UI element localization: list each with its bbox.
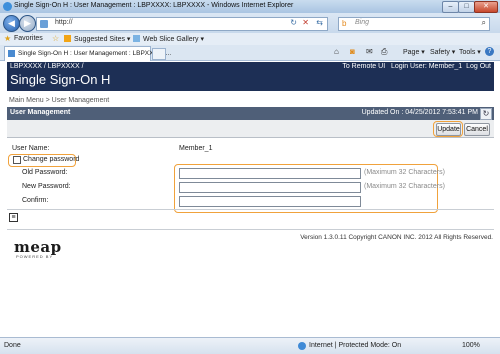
tools-menu[interactable]: Tools ▾	[459, 48, 481, 56]
address-bar: ◀ ▶ http:// ↻ ✕ ⇆ b Bing ⌕	[0, 13, 500, 33]
divider	[7, 209, 494, 210]
security-zone[interactable]: Internet | Protected Mode: On	[309, 342, 401, 349]
updated-on: Updated On : 04/25/2012 7:53:41 PM	[361, 109, 478, 116]
suggested-sites-link[interactable]: Suggested Sites ▾	[74, 35, 130, 43]
app-header: LBPXXXX / LBPXXXX / To Remote UI Login U…	[7, 62, 494, 91]
button-row: Update Cancel	[7, 120, 494, 138]
maximize-button[interactable]: □	[458, 1, 475, 13]
old-password-input[interactable]	[179, 168, 361, 179]
globe-icon	[298, 342, 306, 350]
status-bar: Done Internet | Protected Mode: On 100%	[0, 337, 500, 354]
expand-icon[interactable]: ≡	[9, 213, 18, 222]
login-user-label: Login User: Member_1	[390, 63, 463, 70]
tab-bar: Single Sign-On H : User Management : LBP…	[0, 45, 500, 61]
zoom-level[interactable]: 100%	[462, 342, 480, 349]
new-password-label: New Password:	[22, 183, 71, 190]
breadcrumb-separator: >	[45, 97, 50, 104]
change-password-label: Change password	[23, 156, 80, 163]
forward-button[interactable]: ▶	[19, 15, 36, 32]
search-placeholder: Bing	[355, 19, 370, 26]
new-tab-button[interactable]	[152, 48, 166, 60]
browser-tab[interactable]: Single Sign-On H : User Management : LBP…	[4, 46, 171, 61]
breadcrumb-current: User Management	[51, 97, 110, 104]
product-name: LBPXXXX / LBPXXXX /	[10, 63, 84, 70]
confirm-input[interactable]	[179, 196, 361, 207]
status-text: Done	[4, 342, 21, 349]
section-title: User Management	[10, 109, 71, 116]
new-password-hint: (Maximum 32 Characters)	[364, 183, 445, 190]
bing-icon: b	[342, 19, 347, 28]
update-button[interactable]: Update	[436, 123, 461, 136]
suggested-sites-icon	[64, 35, 71, 42]
app-title: Single Sign-On H	[10, 72, 111, 87]
new-password-input[interactable]	[179, 182, 361, 193]
minimize-button[interactable]: –	[442, 1, 459, 13]
breadcrumb-main-menu[interactable]: Main Menu	[9, 97, 44, 104]
search-input[interactable]: b Bing ⌕	[338, 17, 490, 31]
mail-icon[interactable]: ✉	[366, 47, 373, 56]
safety-menu[interactable]: Safety ▾	[430, 48, 455, 56]
old-password-label: Old Password:	[22, 169, 68, 176]
breadcrumb: Main Menu > User Management	[9, 97, 109, 104]
url-input[interactable]: http:// ↻ ✕ ⇆	[36, 17, 328, 31]
url-text: http://	[55, 19, 73, 26]
divider	[7, 229, 494, 230]
logout-link[interactable]: Log Out	[466, 63, 491, 70]
user-name-label: User Name:	[12, 145, 50, 152]
search-icon[interactable]: ⌕	[482, 18, 486, 28]
tab-title: Single Sign-On H : User Management : LBP…	[18, 50, 172, 57]
cancel-button[interactable]: Cancel	[464, 123, 490, 136]
user-name-value: Member_1	[179, 145, 213, 152]
page-icon	[40, 20, 48, 28]
confirm-label: Confirm:	[22, 197, 49, 204]
favorites-button[interactable]: Favorites	[14, 35, 43, 42]
help-icon[interactable]: ?	[485, 47, 494, 56]
page-content: LBPXXXX / LBPXXXX / To Remote UI Login U…	[0, 61, 500, 337]
old-password-hint: (Maximum 32 Characters)	[364, 169, 445, 176]
add-favorite-icon[interactable]: ☆	[52, 34, 59, 43]
compat-icon[interactable]: ⇆	[316, 18, 323, 27]
back-button[interactable]: ◀	[3, 15, 20, 32]
page-menu[interactable]: Page ▾	[403, 48, 425, 56]
web-slice-gallery-link[interactable]: Web Slice Gallery ▾	[143, 35, 204, 43]
stop-icon[interactable]: ✕	[302, 18, 309, 27]
close-button[interactable]: ✕	[474, 1, 498, 13]
remote-ui-link[interactable]: To Remote UI	[342, 63, 385, 70]
meap-logo-subtitle: POWERED BY	[16, 254, 54, 259]
section-header: User Management Updated On : 04/25/2012 …	[7, 107, 494, 121]
refresh-icon[interactable]: ↻	[480, 108, 492, 120]
window-title: Single Sign-On H : User Management : LBP…	[14, 2, 294, 9]
print-icon[interactable]: ⎙	[381, 47, 387, 57]
ie-icon	[3, 2, 12, 11]
refresh-icon[interactable]: ↻	[290, 18, 297, 27]
web-slice-icon	[133, 35, 140, 42]
header-links: To Remote UI Login User: Member_1 Log Ou…	[342, 63, 491, 70]
favorites-star-icon: ★	[4, 34, 12, 43]
tab-page-icon	[8, 50, 15, 57]
change-password-checkbox[interactable]	[13, 156, 21, 164]
home-icon[interactable]: ⌂	[334, 47, 339, 56]
feeds-icon[interactable]: ◙	[350, 47, 355, 56]
version-text: Version 1.3.0.11 Copyright CANON INC. 20…	[300, 234, 493, 241]
title-bar: Single Sign-On H : User Management : LBP…	[0, 0, 500, 14]
